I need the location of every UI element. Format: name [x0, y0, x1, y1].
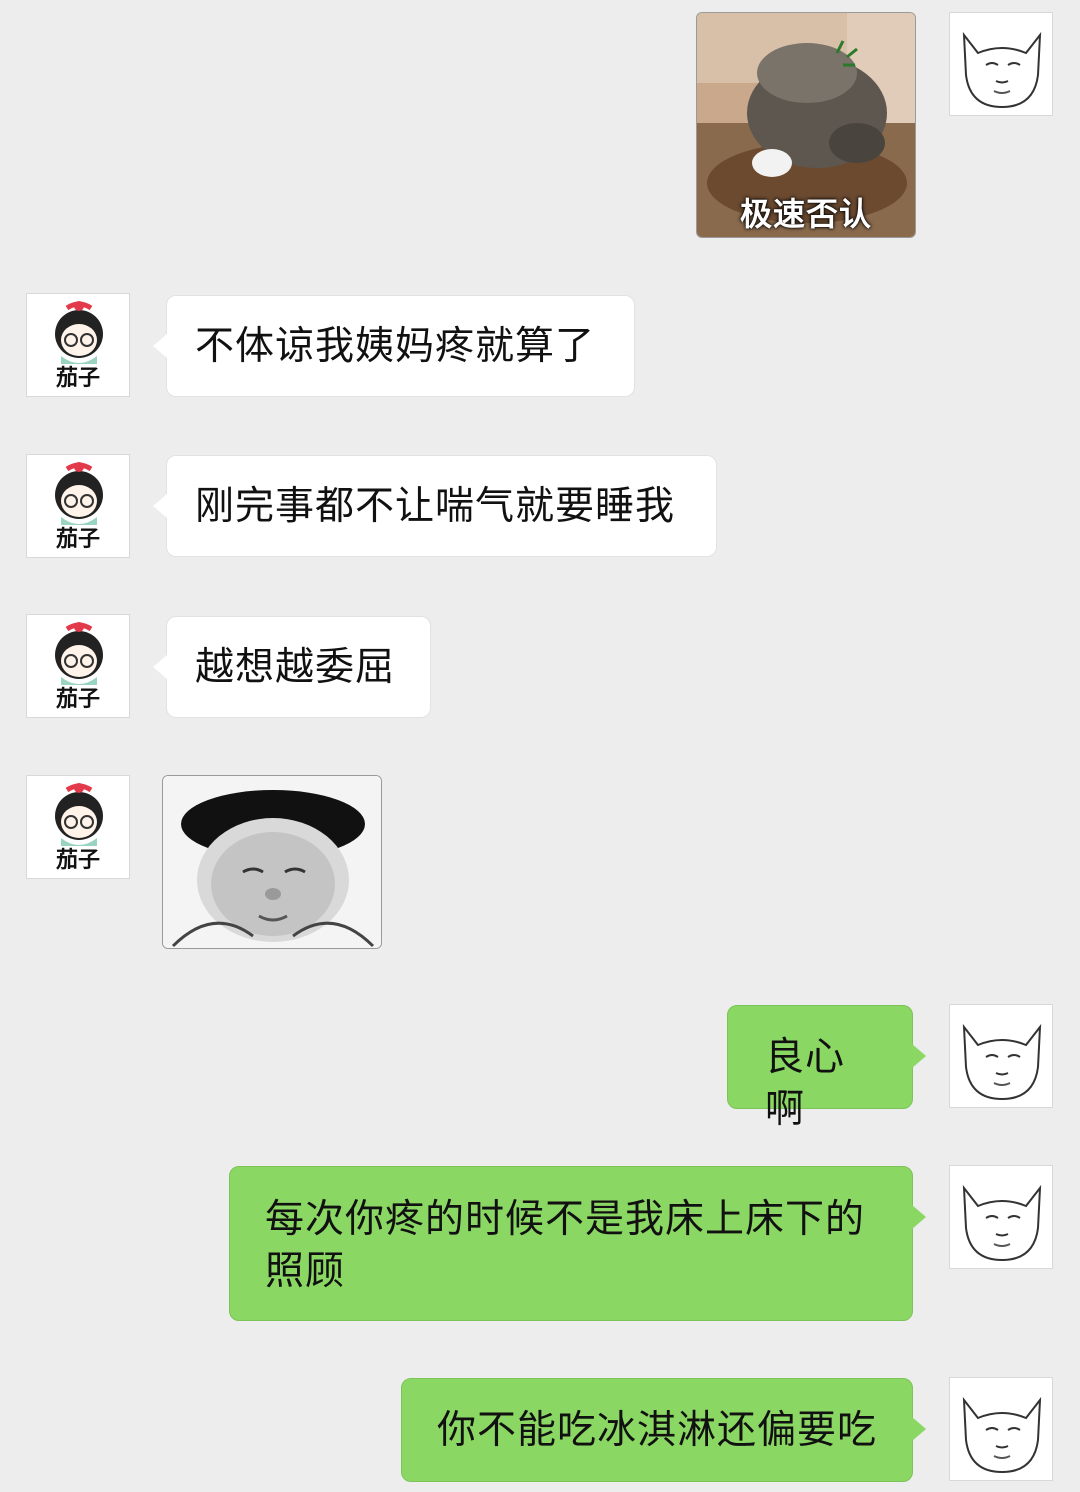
outgoing-message-bubble[interactable]: 你不能吃冰淇淋还偏要吃 — [401, 1378, 926, 1482]
outgoing-message-bubble[interactable]: 每次你疼的时候不是我床上床下的照顾 — [229, 1166, 926, 1321]
outgoing-message-bubble[interactable]: 良心啊 — [727, 1005, 926, 1132]
contact-avatar-name: 茄子 — [55, 687, 100, 712]
bubble-tail — [153, 655, 167, 679]
bubble-tail — [153, 334, 167, 358]
my-avatar[interactable] — [949, 1165, 1053, 1269]
sticker-caption: 极速否认 — [739, 195, 872, 233]
message-text: 良心啊 — [765, 1035, 846, 1132]
incoming-message-bubble[interactable]: 不体谅我姨妈疼就算了 — [153, 295, 635, 397]
meme-face-sticker-image — [163, 776, 381, 948]
bubble-tail — [153, 494, 167, 518]
contact-avatar[interactable]: 茄子 — [26, 293, 130, 397]
cat-face-avatar-icon — [962, 31, 1042, 109]
contact-avatar[interactable]: 茄子 — [26, 454, 130, 558]
cat-face-avatar-icon — [962, 1184, 1042, 1262]
sticker-cat-message[interactable]: 极速否认 — [696, 12, 916, 238]
my-avatar[interactable] — [949, 1004, 1053, 1108]
bubble-tail — [912, 1417, 926, 1441]
bubble-tail — [912, 1044, 926, 1068]
contact-avatar-name: 茄子 — [55, 527, 100, 552]
contact-avatar[interactable]: 茄子 — [26, 614, 130, 718]
incoming-message-bubble[interactable]: 越想越委屈 — [153, 616, 431, 718]
incoming-message-bubble[interactable]: 刚完事都不让喘气就要睡我 — [153, 455, 717, 557]
message-text: 你不能吃冰淇淋还偏要吃 — [437, 1408, 878, 1453]
message-text: 越想越委屈 — [195, 645, 396, 690]
cat-face-avatar-icon — [962, 1396, 1042, 1474]
bubble-tail — [912, 1205, 926, 1229]
contact-avatar[interactable]: 茄子 — [26, 775, 130, 879]
message-text: 刚完事都不让喘气就要睡我 — [195, 484, 676, 529]
sticker-face-message[interactable] — [162, 775, 382, 949]
message-text: 不体谅我姨妈疼就算了 — [195, 324, 596, 369]
message-text: 每次你疼的时候不是我床上床下的照顾 — [265, 1197, 866, 1294]
cat-face-avatar-icon — [962, 1023, 1042, 1101]
my-avatar[interactable] — [949, 1377, 1053, 1481]
contact-avatar-name: 茄子 — [55, 366, 100, 391]
contact-avatar-name: 茄子 — [55, 848, 100, 873]
my-avatar[interactable] — [949, 12, 1053, 116]
